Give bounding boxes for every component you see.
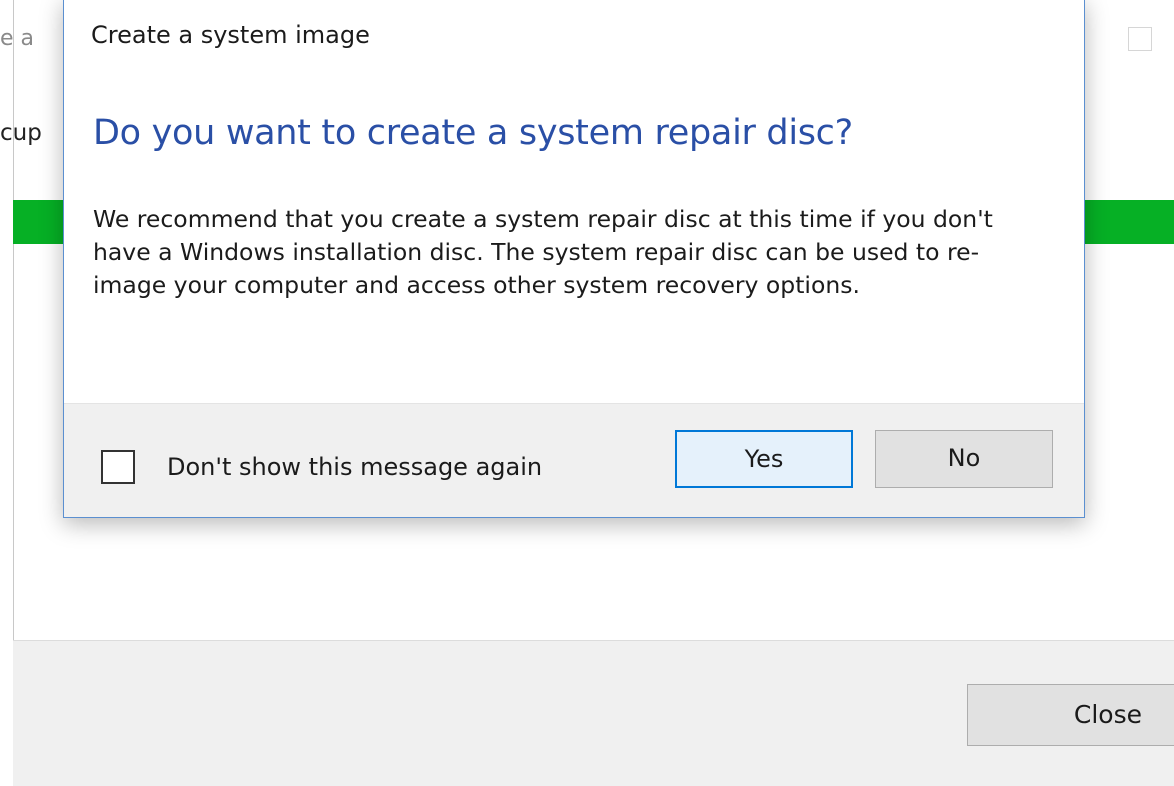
dont-show-again-label[interactable]: Don't show this message again: [167, 453, 542, 481]
dont-show-again-option[interactable]: Don't show this message again: [101, 450, 542, 484]
yes-button[interactable]: Yes: [675, 430, 853, 488]
background-checkbox[interactable]: [1128, 27, 1152, 51]
screen: e a cup Close Create a system image Do y…: [0, 0, 1174, 786]
dialog-heading: Do you want to create a system repair di…: [93, 113, 853, 153]
background-partial-label: cup: [0, 120, 42, 146]
dont-show-again-checkbox[interactable]: [101, 450, 135, 484]
dialog-footer: Don't show this message again Yes No: [64, 403, 1084, 517]
dialog-message: We recommend that you create a system re…: [93, 205, 993, 299]
close-button[interactable]: Close: [967, 684, 1174, 746]
no-button[interactable]: No: [875, 430, 1053, 488]
repair-disc-dialog: Create a system image Do you want to cre…: [63, 0, 1085, 518]
dialog-title: Create a system image: [91, 21, 370, 49]
background-partial-text: e a: [0, 26, 35, 51]
